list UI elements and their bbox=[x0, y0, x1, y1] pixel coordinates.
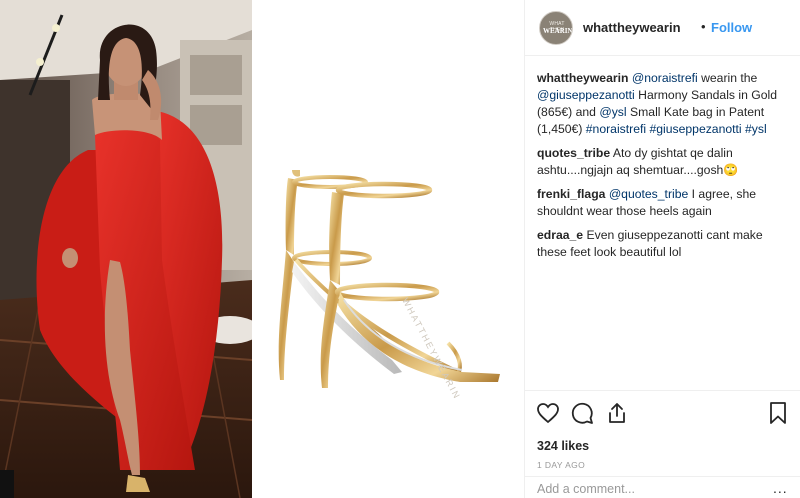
share-icon[interactable] bbox=[605, 401, 629, 425]
header-username[interactable]: whattheywearin bbox=[583, 20, 681, 35]
hashtag-link[interactable]: #ysl bbox=[745, 122, 767, 136]
photo-gold-sandals[interactable]: WHATTHEYWEARIN bbox=[252, 0, 520, 498]
comment-username[interactable]: edraa_e bbox=[537, 228, 583, 242]
woman-red-gown-illustration bbox=[0, 0, 252, 498]
mention-link[interactable]: @quotes_tribe bbox=[609, 187, 688, 201]
gold-sandals-illustration: WHATTHEYWEARIN bbox=[278, 170, 500, 401]
more-options-button[interactable]: ... bbox=[773, 480, 788, 496]
mention-link[interactable]: @noraistrefi bbox=[632, 71, 698, 85]
comments-list: whattheywearin @noraistrefi wearin the @… bbox=[537, 70, 795, 268]
avatar[interactable]: WHAT THEY WEARIN bbox=[539, 11, 573, 45]
post-timestamp[interactable]: 1 DAY AGO bbox=[537, 460, 585, 470]
comment-item: frenki_flaga @quotes_tribe I agree, she … bbox=[537, 186, 795, 220]
bookmark-icon[interactable] bbox=[766, 401, 790, 425]
add-comment-input[interactable] bbox=[537, 482, 757, 496]
photo-woman-red-gown[interactable] bbox=[0, 0, 252, 498]
header-separator: • bbox=[701, 19, 706, 34]
post-header: WHAT THEY WEARIN whattheywearin • Follow bbox=[525, 0, 800, 56]
comment-item: quotes_tribe Ato dy gishtat qe dalin ash… bbox=[537, 145, 795, 179]
heart-icon[interactable] bbox=[536, 401, 560, 425]
comment-username[interactable]: frenki_flaga bbox=[537, 187, 605, 201]
caption-username[interactable]: whattheywearin bbox=[537, 71, 628, 85]
caption: whattheywearin @noraistrefi wearin the @… bbox=[537, 70, 795, 138]
add-comment-bar: ... bbox=[525, 476, 800, 498]
mention-link[interactable]: @giuseppezanotti bbox=[537, 88, 635, 102]
likes-count[interactable]: 324 likes bbox=[537, 439, 589, 453]
comment-icon[interactable] bbox=[570, 401, 594, 425]
comment-username[interactable]: quotes_tribe bbox=[537, 146, 610, 160]
avatar-text-main: WEARIN bbox=[543, 27, 573, 35]
caption-text: wearin the bbox=[697, 71, 758, 85]
follow-button[interactable]: Follow bbox=[711, 20, 752, 35]
post-side-panel: WHAT THEY WEARIN whattheywearin • Follow… bbox=[524, 0, 800, 498]
comment-item: edraa_e Even giuseppezanotti cant make t… bbox=[537, 227, 795, 261]
hashtag-link[interactable]: #noraistrefi bbox=[586, 122, 646, 136]
hashtag-link[interactable]: #giuseppezanotti bbox=[649, 122, 741, 136]
mention-link[interactable]: @ysl bbox=[599, 105, 626, 119]
